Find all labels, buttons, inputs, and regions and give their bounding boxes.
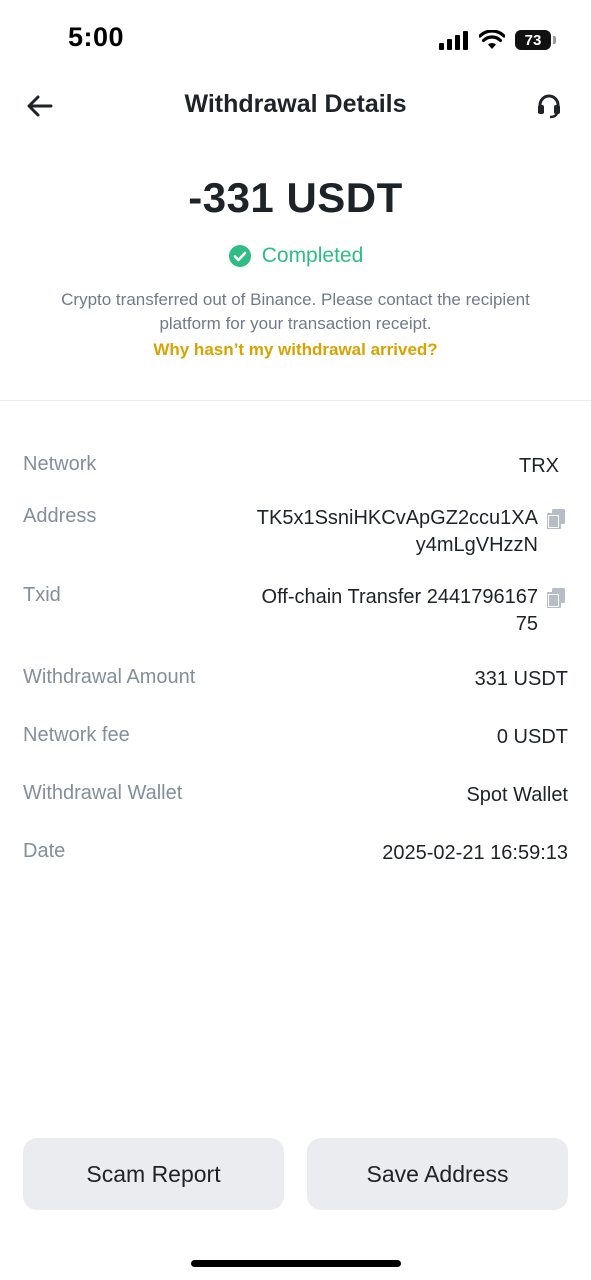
wifi-icon — [479, 30, 505, 49]
detail-row-network: Network TRX — [23, 453, 568, 483]
copy-txid-icon[interactable] — [547, 588, 565, 608]
scam-report-button[interactable]: Scam Report — [23, 1138, 284, 1210]
info-message: Crypto transferred out of Binance. Pleas… — [61, 290, 530, 333]
address-line-1: TK5x1SsniHKCvApGZ2ccu1XA — [256, 507, 538, 529]
txid-line-2: 75 — [515, 613, 538, 635]
cellular-signal-icon — [439, 31, 468, 50]
detail-row-address: Address TK5x1SsniHKCvApGZ2ccu1XA y4mLgVH… — [23, 505, 568, 561]
network-label: Network — [23, 453, 97, 475]
status-icons: 73 — [439, 26, 556, 54]
detail-row-txid: Txid Off-chain Transfer 2441796167 75 — [23, 584, 568, 640]
save-address-button[interactable]: Save Address — [307, 1138, 568, 1210]
status-label: Completed — [261, 244, 364, 267]
network-value: TRX — [519, 455, 559, 477]
withdrawal-wallet-value: Spot Wallet — [466, 784, 568, 806]
address-value: TK5x1SsniHKCvApGZ2ccu1XA y4mLgVHzzN — [238, 505, 538, 559]
battery-level: 73 — [524, 31, 542, 49]
txid-value: Off-chain Transfer 2441796167 75 — [238, 584, 538, 638]
status-time: 5:00 — [68, 22, 125, 52]
detail-row-date: Date 2025-02-21 16:59:13 — [23, 840, 568, 870]
header: Withdrawal Details — [0, 78, 591, 134]
battery-icon: 73 — [515, 30, 556, 50]
detail-row-network-fee: Network fee 0 USDT — [23, 724, 568, 754]
withdrawal-amount-total: -331 USDT — [188, 174, 403, 221]
network-fee-value: 0 USDT — [496, 726, 568, 748]
home-indicator[interactable] — [191, 1260, 401, 1267]
network-fee-label: Network fee — [23, 724, 130, 746]
detail-row-withdrawal-amount: Withdrawal Amount 331 USDT — [23, 666, 568, 696]
withdrawal-amount-label: Withdrawal Amount — [23, 666, 196, 688]
date-value: 2025-02-21 16:59:13 — [382, 842, 568, 864]
txid-label: Txid — [23, 584, 61, 606]
address-label: Address — [23, 505, 97, 527]
date-label: Date — [23, 840, 66, 862]
copy-address-icon[interactable] — [547, 509, 565, 529]
txid-line-1: Off-chain Transfer 2441796167 — [261, 586, 538, 608]
headset-icon — [538, 94, 560, 119]
page-title: Withdrawal Details — [184, 90, 407, 118]
customer-support-button[interactable] — [531, 88, 567, 124]
address-line-2: y4mLgVHzzN — [415, 534, 538, 556]
status-row: Completed — [0, 244, 591, 268]
withdrawal-amount-value: 331 USDT — [474, 668, 568, 690]
withdrawal-help-link[interactable]: Why hasn’t my withdrawal arrived? — [0, 340, 591, 360]
divider — [0, 400, 591, 401]
status-bar: 5:00 73 — [0, 0, 591, 80]
detail-row-withdrawal-wallet: Withdrawal Wallet Spot Wallet — [23, 782, 568, 812]
check-circle-icon — [228, 245, 251, 267]
withdrawal-wallet-label: Withdrawal Wallet — [23, 782, 183, 804]
